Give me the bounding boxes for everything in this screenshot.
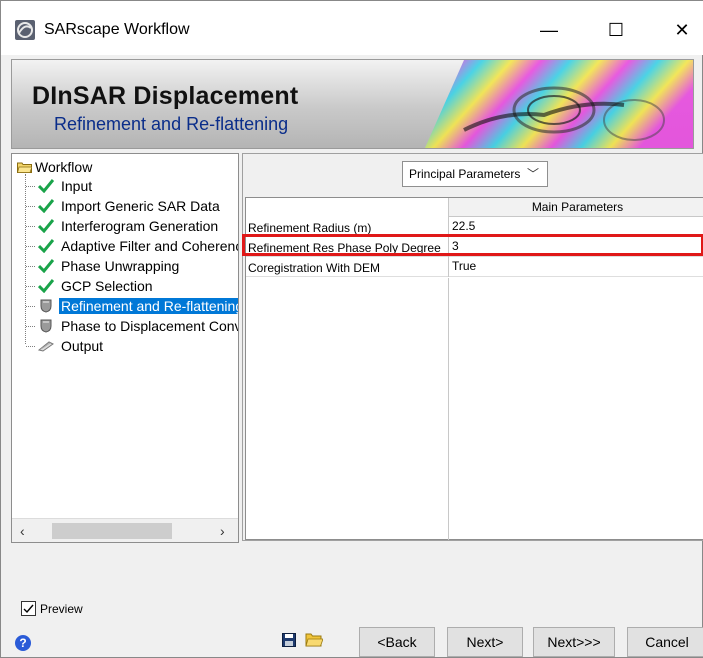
tree-item-adaptive-filter[interactable]: Adaptive Filter and Coherence <box>26 236 239 256</box>
tree-root-label: Workflow <box>35 159 93 175</box>
tree-item-phase-to-displacement[interactable]: Phase to Displacement Conversion <box>26 316 238 336</box>
tree-item-input[interactable]: Input <box>26 176 94 196</box>
tree-item-gcp-selection[interactable]: GCP Selection <box>26 276 155 296</box>
banner-title: DInSAR Displacement <box>32 82 299 110</box>
sarscape-workflow-window: SARscape Workflow — ☐ ✕ DInSAR Displacem… <box>0 0 703 658</box>
preview-label: Preview <box>40 601 83 616</box>
chevron-down-icon: ﹀ <box>526 167 539 181</box>
close-button[interactable]: ✕ <box>667 15 697 45</box>
table-row[interactable]: Coregistration With DEM True <box>246 257 703 277</box>
tree-connector <box>26 185 35 187</box>
tree-connector <box>26 345 35 347</box>
back-button[interactable]: <Back <box>359 627 435 657</box>
checkmark-icon <box>37 278 55 294</box>
tree-root-workflow[interactable]: Workflow <box>17 158 92 176</box>
parameter-set-dropdown[interactable]: Principal Parameters ﹀ <box>402 161 548 187</box>
column-divider <box>448 278 449 540</box>
preview-checkbox[interactable] <box>21 601 36 616</box>
maximize-button[interactable]: ☐ <box>601 15 631 45</box>
tree-item-refinement-and-reflattening[interactable]: Refinement and Re-flattening <box>26 296 238 316</box>
table-header-spacer <box>246 198 448 217</box>
tree-item-label: Import Generic SAR Data <box>61 198 220 214</box>
tree-item-import-generic-sar-data[interactable]: Import Generic SAR Data <box>26 196 222 216</box>
tree-connector <box>26 225 35 227</box>
window-title: SARscape Workflow <box>44 21 190 38</box>
workflow-tree[interactable]: Workflow Input Import Generic SAR Data I… <box>11 153 239 543</box>
tree-connector <box>26 245 35 247</box>
param-value-field[interactable]: 22.5 <box>448 217 703 237</box>
sarscape-app-icon <box>15 20 35 40</box>
param-value-field[interactable]: 3 <box>448 237 703 257</box>
parameters-panel: Principal Parameters ﹀ Main Parameters R… <box>242 153 703 541</box>
interferogram-image <box>424 60 693 148</box>
tree-item-label: Refinement and Re-flattening <box>59 298 238 314</box>
scroll-left-arrow-icon[interactable]: ‹ <box>20 523 25 539</box>
preview-toggle[interactable]: Preview <box>21 601 83 616</box>
checkmark-icon <box>37 238 55 254</box>
column-header-main-parameters: Main Parameters <box>448 198 703 217</box>
param-value-field[interactable]: True <box>448 257 703 277</box>
tree-item-label: Phase to Displacement Conversion <box>61 318 238 334</box>
table-row[interactable]: Refinement Radius (m) 22.5 <box>246 217 703 237</box>
tree-item-label: Phase Unwrapping <box>61 258 180 274</box>
scroll-right-arrow-icon[interactable]: › <box>220 523 225 539</box>
tree-item-label: GCP Selection <box>61 278 153 294</box>
tree-connector <box>26 265 35 267</box>
tree-connector <box>26 305 35 307</box>
folder-open-icon <box>17 162 32 173</box>
output-pencil-icon <box>37 338 55 354</box>
tree-item-phase-unwrapping[interactable]: Phase Unwrapping <box>26 256 181 276</box>
minimize-button[interactable]: — <box>534 15 564 45</box>
tree-item-label: Adaptive Filter and Coherence <box>61 238 239 254</box>
shield-step-icon <box>37 318 55 334</box>
tree-item-label: Output <box>61 338 104 354</box>
check-icon <box>23 604 34 614</box>
parameter-set-value: Principal Parameters <box>409 167 521 181</box>
tree-connector <box>26 205 35 207</box>
tree-item-label: Interferogram Generation <box>61 218 219 234</box>
checkmark-icon <box>37 198 55 214</box>
help-icon[interactable]: ? <box>15 635 31 651</box>
tree-item-output[interactable]: Output <box>26 336 105 356</box>
checkmark-icon <box>37 218 55 234</box>
param-name: Coregistration With DEM <box>248 261 381 275</box>
table-row[interactable]: Refinement Res Phase Poly Degree 3 <box>246 237 703 257</box>
open-folder-icon[interactable] <box>305 631 323 647</box>
tree-item-label: Input <box>61 178 93 194</box>
param-name: Refinement Radius (m) <box>248 221 372 235</box>
save-icon[interactable] <box>282 633 296 647</box>
checkmark-icon <box>37 178 55 194</box>
next-all-button[interactable]: Next>>> <box>533 627 615 657</box>
banner-subtitle: Refinement and Re-flattening <box>54 114 289 134</box>
parameters-table: Main Parameters Refinement Radius (m) 22… <box>245 197 703 540</box>
title-bar: SARscape Workflow — ☐ ✕ <box>1 1 703 55</box>
next-button[interactable]: Next> <box>447 627 523 657</box>
tree-item-interferogram-generation[interactable]: Interferogram Generation <box>26 216 220 236</box>
tree-connector <box>26 285 35 287</box>
horizontal-scrollbar[interactable]: ‹ › <box>12 518 238 542</box>
param-name: Refinement Res Phase Poly Degree <box>248 241 441 255</box>
cancel-button[interactable]: Cancel <box>627 627 703 657</box>
scrollbar-thumb[interactable] <box>52 523 172 539</box>
shield-step-icon <box>37 298 55 314</box>
checkmark-icon <box>37 258 55 274</box>
header-banner: DInSAR Displacement Refinement and Re-fl… <box>11 59 694 149</box>
tree-connector <box>26 325 35 327</box>
